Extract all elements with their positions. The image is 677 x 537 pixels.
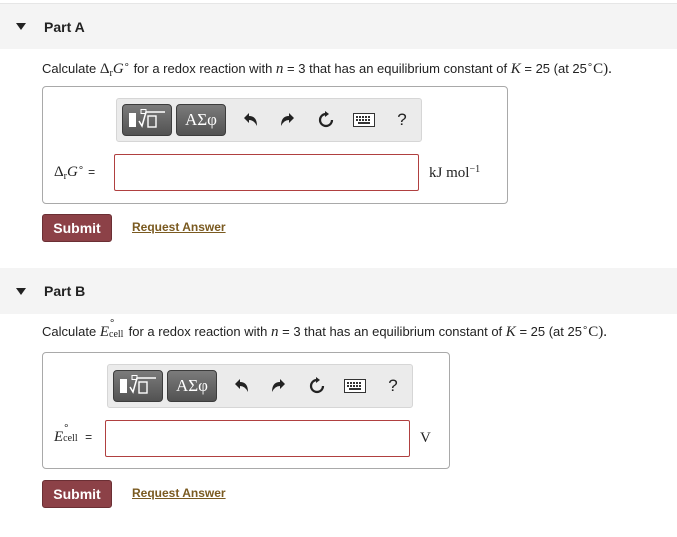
redo-icon[interactable] <box>268 375 290 397</box>
question-text: for a redox reaction with <box>133 61 273 76</box>
math-symbol: E <box>54 429 64 445</box>
answer-input[interactable] <box>105 420 410 457</box>
question-text: = 3 that has an equilibrium constant of <box>287 61 508 76</box>
question-text: = 25 (at 25 <box>519 324 582 339</box>
math-sup: ∘ <box>123 60 130 71</box>
math-k: K <box>510 61 521 77</box>
part-b-answer-box: ΑΣφ ? E ∘ cell = V <box>42 352 450 469</box>
keyboard-icon[interactable] <box>353 109 375 131</box>
question-text: = 25 (at 25 <box>524 61 587 76</box>
question-text: Calculate <box>42 324 97 339</box>
math-n: n <box>275 61 284 77</box>
math-n: n <box>270 324 279 340</box>
undo-icon[interactable] <box>239 109 261 131</box>
equation-toolbar: ΑΣφ ? <box>116 98 422 142</box>
math-sub: cell <box>63 433 78 444</box>
part-b-question: Calculate E ∘ cell for a redox reaction wi… <box>42 316 607 341</box>
submit-button[interactable]: Submit <box>42 480 112 508</box>
math-symbol: G <box>112 61 124 77</box>
templates-icon <box>120 375 156 394</box>
templates-button[interactable] <box>113 370 163 402</box>
answer-input[interactable] <box>114 154 419 191</box>
question-text: for a redox reaction with <box>128 324 268 339</box>
math-sub: cell <box>109 329 124 340</box>
redo-icon[interactable] <box>277 109 299 131</box>
equals-sign: = <box>88 165 96 179</box>
math-celsius: C). <box>593 61 612 77</box>
math-supsub: ∘ cell <box>109 316 125 340</box>
question-text: Calculate <box>42 61 97 76</box>
answer-label: E ∘ cell = <box>54 421 93 446</box>
templates-icon <box>129 109 165 128</box>
greek-symbols-button[interactable]: ΑΣφ <box>167 370 217 402</box>
question-text: = 3 that has an equilibrium constant of <box>282 324 503 339</box>
help-button[interactable]: ? <box>382 375 404 397</box>
answer-unit: kJ mol−1 <box>429 164 480 182</box>
math-sup: ∘ <box>77 163 85 174</box>
equation-toolbar: ΑΣφ ? <box>107 364 413 408</box>
unit-text: V <box>420 430 431 446</box>
unit-sup: −1 <box>469 164 481 175</box>
math-k: K <box>505 324 516 340</box>
part-a-header[interactable]: Part A <box>0 3 677 49</box>
greek-symbols-button[interactable]: ΑΣφ <box>176 104 226 136</box>
undo-icon[interactable] <box>230 375 252 397</box>
math-symbol: E <box>99 324 109 340</box>
collapse-caret-icon[interactable] <box>16 287 26 295</box>
request-answer-link[interactable]: Request Answer <box>132 220 226 234</box>
part-a-title: Part A <box>44 18 85 35</box>
request-answer-link[interactable]: Request Answer <box>132 486 226 500</box>
math-delta: Δ <box>54 164 64 180</box>
help-button[interactable]: ? <box>391 109 413 131</box>
keyboard-icon[interactable] <box>344 375 366 397</box>
part-b-header[interactable]: Part B <box>0 268 677 314</box>
math-sup: ∘ <box>109 316 116 327</box>
reset-icon[interactable] <box>306 375 328 397</box>
templates-button[interactable] <box>122 104 172 136</box>
submit-button[interactable]: Submit <box>42 214 112 242</box>
math-supsub: ∘ cell <box>63 421 81 444</box>
math-celsius: C). <box>588 324 607 340</box>
math-symbol: G <box>67 164 78 180</box>
math-sup: ∘ <box>63 421 70 432</box>
part-a-answer-box: ΑΣφ ? ΔrG∘ = kJ mol−1 <box>42 86 508 204</box>
answer-unit: V <box>420 430 431 447</box>
part-a-question: Calculate ΔrG∘ for a redox reaction with… <box>42 60 612 79</box>
equals-sign: = <box>85 430 93 444</box>
answer-label: ΔrG∘ = <box>54 163 95 182</box>
part-b-title: Part B <box>44 283 86 299</box>
unit-text: kJ mol <box>429 165 470 181</box>
reset-icon[interactable] <box>315 109 337 131</box>
collapse-caret-icon[interactable] <box>16 23 26 30</box>
